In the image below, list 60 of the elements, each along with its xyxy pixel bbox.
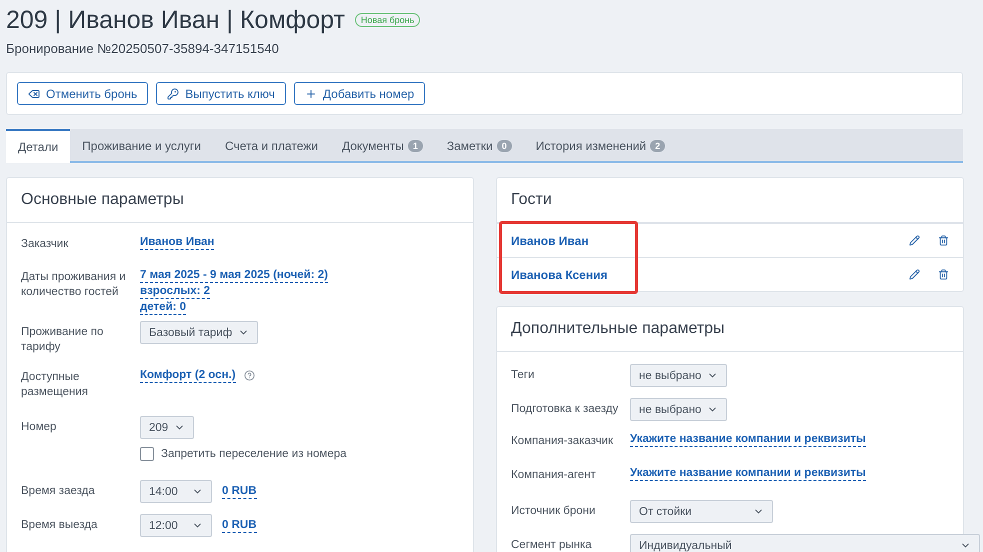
- dropdown[interactable]: 14:00: [140, 480, 212, 503]
- value-link[interactable]: детей: 0: [140, 300, 186, 315]
- dropdown[interactable]: не выбрано: [630, 398, 728, 421]
- field-label: Проживание по тарифу: [21, 325, 104, 355]
- dropdown[interactable]: Базовый тариф: [140, 321, 258, 344]
- field-label: Время заезда: [21, 484, 96, 499]
- checkbox[interactable]: [140, 447, 154, 461]
- guest-name[interactable]: Иванов Иван: [511, 234, 891, 248]
- delete-icon[interactable]: [938, 235, 949, 246]
- dropdown[interactable]: 12:00: [140, 514, 212, 537]
- field-label: Источник брони: [511, 504, 596, 519]
- dropdown[interactable]: Индивидуальный: [630, 534, 980, 552]
- status-badge: Новая бронь: [354, 13, 420, 27]
- backspace-icon: [28, 88, 40, 100]
- value-link[interactable]: Укажите название компании и реквизиты: [630, 432, 866, 447]
- field-label: Доступные размещения: [21, 370, 89, 400]
- tab[interactable]: Проживание и услуги: [70, 129, 213, 161]
- value-link[interactable]: взрослых: 2: [140, 284, 210, 299]
- key-icon: [167, 88, 180, 100]
- page-title: 209 | Иванов Иван | Комфорт: [6, 6, 345, 34]
- dropdown[interactable]: 209: [140, 416, 194, 439]
- delete-icon[interactable]: [938, 269, 949, 280]
- value-link[interactable]: Иванов Иван: [140, 235, 214, 250]
- field-label: Теги: [511, 368, 536, 383]
- price-link[interactable]: 0 RUB: [222, 484, 257, 499]
- help-icon[interactable]: [244, 370, 255, 381]
- price-link[interactable]: 0 RUB: [222, 518, 257, 533]
- tab[interactable]: Детали: [6, 129, 70, 163]
- field-label: Компания-агент: [511, 468, 597, 483]
- count-badge: 0: [496, 140, 512, 152]
- field-label: Заказчик: [21, 237, 70, 252]
- field-label: Сегмент рынка: [511, 538, 593, 552]
- edit-icon[interactable]: [909, 269, 920, 280]
- dropdown[interactable]: не выбрано: [630, 364, 728, 387]
- count-badge: 1: [408, 140, 423, 152]
- guest-name[interactable]: Иванова Ксения: [511, 268, 891, 282]
- value-link[interactable]: 7 мая 2025 - 9 мая 2025 (ночей: 2): [140, 268, 328, 283]
- toolbar-button[interactable]: Отменить бронь: [17, 82, 148, 105]
- card-title: Основные параметры: [7, 178, 473, 223]
- field-label: Компания-заказчик: [511, 434, 614, 449]
- value-link[interactable]: Укажите название компании и реквизиты: [630, 466, 866, 481]
- tab[interactable]: Заметки 0: [434, 129, 524, 161]
- dropdown[interactable]: От стойки: [630, 500, 773, 523]
- count-badge: 2: [650, 140, 666, 152]
- plus-icon: [304, 88, 317, 100]
- field-label: Подготовка к заезду: [511, 402, 620, 417]
- card-title: Гости: [497, 178, 963, 223]
- toolbar-button[interactable]: Добавить номер: [294, 82, 426, 105]
- card-title: Дополнительные параметры: [497, 307, 963, 352]
- field-label: Время выезда: [21, 518, 98, 533]
- tab[interactable]: Счета и платежи: [212, 129, 330, 161]
- toolbar-button[interactable]: Выпустить ключ: [156, 82, 286, 105]
- field-label: Номер: [21, 420, 58, 435]
- edit-icon[interactable]: [909, 235, 920, 246]
- field-label: Даты проживания и количество гостей: [21, 270, 127, 300]
- value-link[interactable]: Комфорт (2 осн.): [140, 368, 236, 383]
- tab[interactable]: История изменений 2: [524, 129, 678, 161]
- booking-number: Бронирование №20250507-35894-347151540: [6, 41, 280, 56]
- checkbox-label: Запретить переселение из номера: [161, 448, 347, 460]
- tab[interactable]: Документы 1: [330, 129, 435, 161]
